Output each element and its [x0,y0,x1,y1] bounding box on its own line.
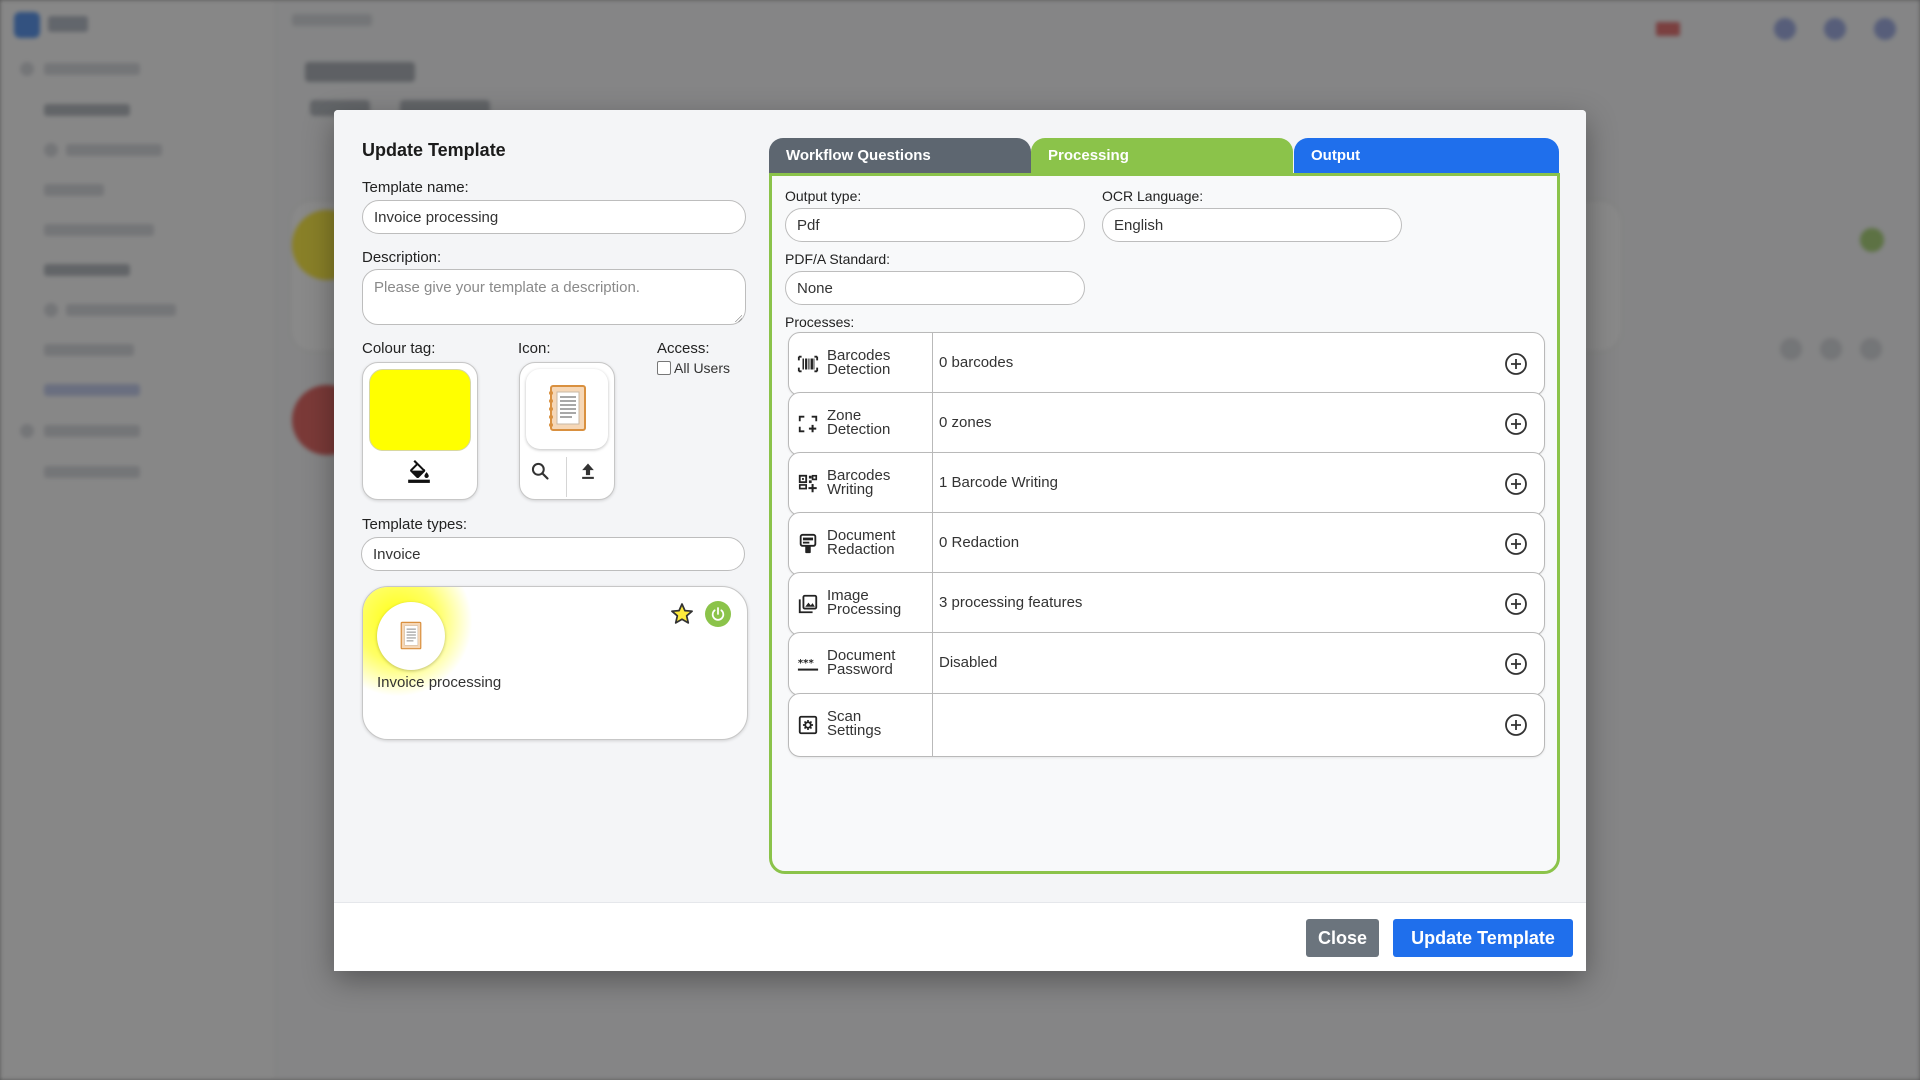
process-row-document-password[interactable]: *** Document Password Disabled [788,632,1545,696]
invoice-notebook-icon [549,385,586,431]
process-name-line2: Processing [827,601,902,618]
icon-tile [519,362,615,500]
tab-workflow-questions[interactable]: Workflow Questions [769,138,1031,174]
add-circle-icon[interactable] [1504,352,1528,376]
add-circle-icon[interactable] [1504,412,1528,436]
process-name: Zone Detection [827,408,927,438]
search-icon[interactable] [526,457,554,485]
add-circle-icon[interactable] [1504,713,1528,737]
process-name-line2: Detection [827,421,891,438]
process-value: 3 processing features [939,594,1083,611]
update-template-modal: Update Template Template name: Invoice p… [334,110,1586,971]
qr-code-icon [798,474,818,493]
process-row-zone-detection[interactable]: Zone Detection 0 zones [788,392,1545,456]
process-header: Zone Detection [789,393,933,455]
process-name-line2: Writing [827,481,874,498]
ocr-language-select[interactable]: English [1102,208,1402,242]
add-circle-icon[interactable] [1504,472,1528,496]
all-users-checkbox[interactable] [657,361,671,375]
process-value: 1 Barcode Writing [939,474,1058,491]
svg-text:***: *** [798,658,815,669]
process-name: Image Processing [827,588,927,618]
process-name-line2: Detection [827,361,891,378]
output-type-label: Output type: [785,188,862,204]
process-row-scan-settings[interactable]: Scan Settings [788,693,1545,757]
ocr-language-label: OCR Language: [1102,188,1204,204]
process-row-barcodes-detection[interactable]: Barcodes Detection 0 barcodes [788,332,1545,396]
process-name-line2: Settings [827,722,882,739]
power-toggle-icon[interactable] [705,601,731,627]
template-types-select[interactable]: Invoice [361,537,745,571]
colour-tag-label: Colour tag: [362,340,436,357]
icon-label: Icon: [518,340,551,357]
process-header: Barcodes Detection [789,333,933,395]
description-placeholder: Please give your template a description. [374,279,640,296]
upload-icon[interactable] [574,457,602,485]
description-label: Description: [362,249,442,266]
template-icon-preview[interactable] [526,369,608,449]
process-name: Scan Settings [827,709,927,739]
invoice-notebook-icon [400,621,422,650]
image-icon [798,594,818,614]
process-row-document-redaction[interactable]: Document Redaction 0 Redaction [788,512,1545,576]
template-name-label: Template name: [362,179,469,196]
processes-label: Processes: [785,314,855,330]
colour-tag-swatch[interactable] [369,369,471,451]
pdfa-standard-select[interactable]: None [785,271,1085,305]
process-row-image-processing[interactable]: Image Processing 3 processing features [788,572,1545,636]
template-types-label: Template types: [362,516,468,533]
template-name-input[interactable]: Invoice processing [362,200,746,234]
process-header: Image Processing [789,573,933,635]
icon-tile-divider [566,457,567,497]
preview-template-name: Invoice processing [377,674,502,691]
tab-processing[interactable]: Processing [1031,138,1293,174]
process-name-line2: Redaction [827,541,895,558]
add-circle-icon[interactable] [1504,532,1528,556]
all-users-label[interactable]: All Users [674,360,730,376]
process-header: Document Redaction [789,513,933,575]
process-name-line2: Password [827,661,893,678]
process-header: Scan Settings [789,694,933,756]
modal-title: Update Template [362,140,506,160]
access-label: Access: [657,340,710,357]
add-circle-icon[interactable] [1504,592,1528,616]
redaction-icon [799,533,817,554]
preview-icon-badge [377,602,445,670]
zone-icon [798,415,818,433]
colour-tag-tile [362,362,478,500]
barcode-icon [797,355,819,373]
pdfa-standard-label: PDF/A Standard: [785,251,891,267]
modal-body: Update Template Template name: Invoice p… [334,110,1586,902]
process-name: Document Password [827,648,927,678]
process-value: 0 Redaction [939,534,1020,551]
password-icon: *** [797,658,819,671]
paint-bucket-icon[interactable] [405,457,433,485]
process-name: Barcodes Detection [827,348,927,378]
processing-panel: Output type: Pdf OCR Language: English P… [769,173,1560,874]
tab-output[interactable]: Output [1294,138,1559,174]
process-value: 0 zones [939,414,992,431]
add-circle-icon[interactable] [1504,652,1528,676]
process-value: 0 barcodes [939,354,1014,371]
process-header: *** Document Password [789,633,933,695]
resize-handle-icon[interactable] [734,314,742,322]
favorite-star-icon[interactable] [669,601,695,627]
process-name: Document Redaction [827,528,927,558]
process-value: Disabled [939,654,998,671]
description-textarea[interactable]: Please give your template a description. [362,269,746,325]
close-button[interactable]: Close [1306,919,1379,957]
update-template-button[interactable]: Update Template [1393,919,1573,957]
process-row-barcodes-writing[interactable]: Barcodes Writing 1 Barcode Writing [788,452,1545,516]
scan-settings-icon [798,715,818,735]
process-header: Barcodes Writing [789,453,933,515]
output-type-select[interactable]: Pdf [785,208,1085,242]
process-name: Barcodes Writing [827,468,927,498]
template-preview-card[interactable]: Invoice processing [362,586,748,740]
